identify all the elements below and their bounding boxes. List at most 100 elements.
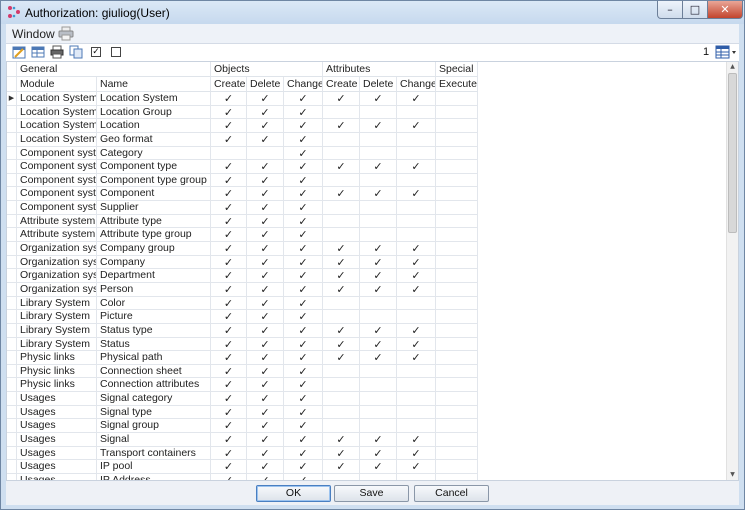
table-row[interactable]: Component systemSupplier✓✓✓ bbox=[7, 201, 732, 215]
checkbox-attributes-delete[interactable] bbox=[360, 392, 397, 406]
checkbox-objects-delete[interactable]: ✓ bbox=[247, 119, 284, 133]
checkbox-objects-create[interactable]: ✓ bbox=[211, 364, 247, 379]
checkbox-objects-create[interactable]: ✓ bbox=[211, 296, 247, 311]
checkbox-objects-delete[interactable]: ✓ bbox=[247, 392, 284, 406]
checkbox-objects-create[interactable] bbox=[211, 146, 247, 161]
checkbox-objects-change[interactable]: ✓ bbox=[284, 378, 323, 393]
column-header-attributes-delete[interactable]: Delete bbox=[360, 77, 397, 92]
checkbox-attributes-delete[interactable]: ✓ bbox=[360, 433, 397, 447]
checkbox-objects-create[interactable]: ✓ bbox=[211, 105, 247, 120]
checkbox-attributes-delete[interactable]: ✓ bbox=[360, 446, 397, 461]
checkbox-objects-delete[interactable]: ✓ bbox=[247, 364, 284, 379]
table-row[interactable]: Physic links Connection attributes ✓ ✓ ✓ bbox=[7, 378, 732, 393]
checkbox-attributes-change[interactable]: ✓ bbox=[397, 433, 436, 447]
checkbox-attributes-delete[interactable]: ✓ bbox=[360, 323, 397, 338]
checkbox-special-execute[interactable] bbox=[436, 392, 478, 406]
copy-icon[interactable] bbox=[69, 45, 83, 59]
checkbox-attributes-create[interactable]: ✓ bbox=[323, 460, 360, 474]
checkbox-attributes-create[interactable]: ✓ bbox=[323, 282, 360, 297]
checkbox-objects-create[interactable]: ✓ bbox=[211, 419, 247, 434]
checkbox-attributes-create[interactable]: ✓ bbox=[323, 92, 360, 106]
checkbox-attributes-change[interactable] bbox=[397, 419, 436, 434]
checkbox-objects-create[interactable]: ✓ bbox=[211, 201, 247, 215]
checkbox-objects-change[interactable]: ✓ bbox=[284, 323, 323, 338]
row-indicator[interactable] bbox=[7, 269, 17, 283]
row-indicator[interactable] bbox=[7, 378, 17, 393]
checkbox-attributes-change[interactable]: ✓ bbox=[397, 187, 436, 202]
checkbox-objects-delete[interactable]: ✓ bbox=[247, 419, 284, 434]
checkbox-attributes-create[interactable]: ✓ bbox=[323, 351, 360, 365]
checkbox-objects-delete[interactable]: ✓ bbox=[247, 378, 284, 393]
checkbox-attributes-delete[interactable]: ✓ bbox=[360, 255, 397, 270]
row-indicator[interactable] bbox=[7, 105, 17, 120]
checkbox-special-execute[interactable] bbox=[436, 419, 478, 434]
checkbox-special-execute[interactable] bbox=[436, 310, 478, 324]
checkbox-objects-change[interactable]: ✓ bbox=[284, 269, 323, 283]
checkbox-objects-delete[interactable]: ✓ bbox=[247, 214, 284, 229]
checkbox-objects-change[interactable]: ✓ bbox=[284, 405, 323, 420]
ok-button[interactable]: OK bbox=[256, 485, 331, 502]
row-indicator[interactable] bbox=[7, 392, 17, 406]
checkbox-attributes-create[interactable]: ✓ bbox=[323, 337, 360, 352]
checkbox-attributes-change[interactable] bbox=[397, 405, 436, 420]
table-row[interactable]: Component systemCategory ✓ bbox=[7, 146, 732, 161]
checkbox-attributes-create[interactable]: ✓ bbox=[323, 187, 360, 202]
table-row[interactable]: Library System Color ✓ ✓ ✓ bbox=[7, 296, 732, 311]
checkbox-objects-change[interactable]: ✓ bbox=[284, 460, 323, 474]
cancel-button[interactable]: Cancel bbox=[414, 485, 489, 502]
checkbox-objects-change[interactable]: ✓ bbox=[284, 364, 323, 379]
checkbox-attributes-change[interactable]: ✓ bbox=[397, 160, 436, 174]
checkbox-attributes-change[interactable]: ✓ bbox=[397, 282, 436, 297]
checkbox-objects-delete[interactable]: ✓ bbox=[247, 282, 284, 297]
row-indicator[interactable] bbox=[7, 296, 17, 311]
checkbox-objects-change[interactable]: ✓ bbox=[284, 282, 323, 297]
checkbox-objects-change[interactable]: ✓ bbox=[284, 119, 323, 133]
row-indicator[interactable] bbox=[7, 433, 17, 447]
checkbox-objects-change[interactable]: ✓ bbox=[284, 173, 323, 188]
checkbox-attributes-create[interactable] bbox=[323, 214, 360, 229]
print-icon[interactable] bbox=[50, 45, 64, 59]
table-row[interactable]: Physic links Connection sheet ✓ ✓ ✓ bbox=[7, 364, 732, 379]
checkbox-objects-change[interactable]: ✓ bbox=[284, 187, 323, 202]
row-indicator[interactable] bbox=[7, 173, 17, 188]
column-header-objects-delete[interactable]: Delete bbox=[247, 77, 284, 92]
checkbox-objects-create[interactable]: ✓ bbox=[211, 92, 247, 106]
row-indicator[interactable] bbox=[7, 242, 17, 256]
checkbox-attributes-create[interactable] bbox=[323, 405, 360, 420]
checkbox-objects-change[interactable]: ✓ bbox=[284, 92, 323, 106]
row-indicator[interactable] bbox=[7, 132, 17, 147]
checkbox-objects-delete[interactable]: ✓ bbox=[247, 201, 284, 215]
table-row[interactable]: Library System Picture ✓ ✓ ✓ bbox=[7, 310, 732, 324]
checkbox-attributes-change[interactable] bbox=[397, 214, 436, 229]
checkbox-objects-create[interactable]: ✓ bbox=[211, 405, 247, 420]
table-row[interactable]: Component systemComponent type✓✓✓✓✓✓ bbox=[7, 160, 732, 174]
uncheck-all-checkbox[interactable] bbox=[111, 47, 121, 57]
checkbox-attributes-delete[interactable]: ✓ bbox=[360, 242, 397, 256]
row-indicator[interactable] bbox=[7, 473, 17, 480]
row-indicator[interactable] bbox=[7, 460, 17, 474]
checkbox-attributes-change[interactable]: ✓ bbox=[397, 351, 436, 365]
checkbox-attributes-create[interactable] bbox=[323, 419, 360, 434]
table-row[interactable]: Component systemComponent type group✓✓✓ bbox=[7, 173, 732, 188]
checkbox-objects-change[interactable]: ✓ bbox=[284, 255, 323, 270]
checkbox-objects-delete[interactable]: ✓ bbox=[247, 405, 284, 420]
checkbox-attributes-delete[interactable] bbox=[360, 473, 397, 480]
checkbox-special-execute[interactable] bbox=[436, 214, 478, 229]
checkbox-attributes-create[interactable] bbox=[323, 392, 360, 406]
checkbox-objects-change[interactable]: ✓ bbox=[284, 310, 323, 324]
row-indicator[interactable] bbox=[7, 323, 17, 338]
row-indicator[interactable] bbox=[7, 351, 17, 365]
checkbox-objects-create[interactable]: ✓ bbox=[211, 269, 247, 283]
checkbox-attributes-delete[interactable] bbox=[360, 296, 397, 311]
checkbox-attributes-delete[interactable] bbox=[360, 132, 397, 147]
table-row[interactable]: Location System Geo format ✓ ✓ ✓ bbox=[7, 132, 732, 147]
row-indicator[interactable] bbox=[7, 119, 17, 133]
scroll-thumb[interactable] bbox=[728, 73, 737, 233]
checkbox-attributes-change[interactable] bbox=[397, 392, 436, 406]
checkbox-attributes-create[interactable]: ✓ bbox=[323, 242, 360, 256]
table-row[interactable]: Organization systemCompany group✓✓✓✓✓✓ bbox=[7, 242, 732, 256]
checkbox-attributes-create[interactable] bbox=[323, 296, 360, 311]
checkbox-attributes-delete[interactable]: ✓ bbox=[360, 351, 397, 365]
table-row[interactable]: Organization systemCompany✓✓✓✓✓✓ bbox=[7, 255, 732, 270]
checkbox-attributes-change[interactable] bbox=[397, 146, 436, 161]
